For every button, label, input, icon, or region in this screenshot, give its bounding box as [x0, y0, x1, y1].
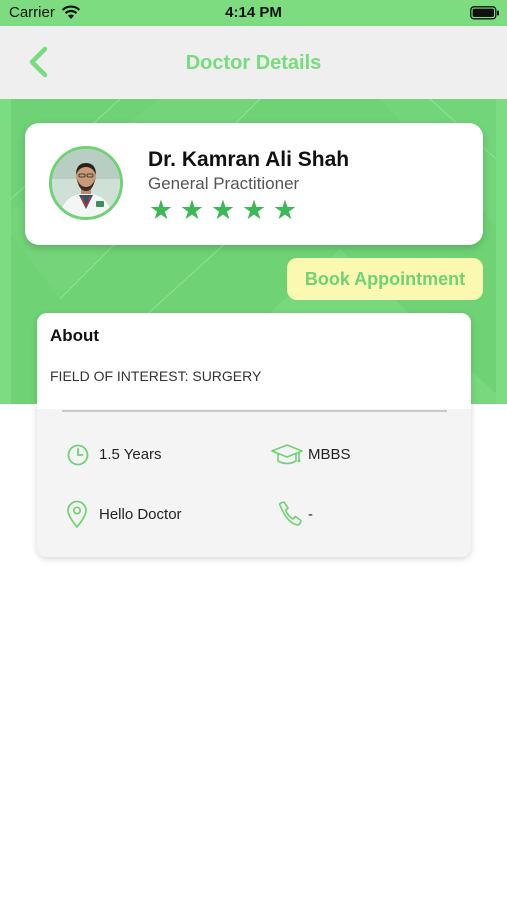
degree-value: MBBS	[308, 446, 351, 463]
star-icon: ★	[210, 195, 236, 225]
banner-edge-left	[0, 99, 11, 404]
location-value: Hello Doctor	[99, 506, 182, 523]
status-bar: Carrier 4:14 PM	[0, 0, 507, 26]
clock-icon	[67, 440, 97, 470]
doctor-name: Dr. Kamran Ali Shah	[148, 148, 350, 171]
doctor-avatar	[49, 146, 123, 220]
star-icon: ★	[179, 195, 205, 225]
book-appointment-button[interactable]: Book Appointment	[287, 258, 483, 300]
star-icon: ★	[272, 195, 298, 225]
graduation-cap-icon	[270, 440, 303, 470]
field-of-interest: FIELD OF INTEREST: SURGERY	[50, 368, 262, 384]
about-header: About FIELD OF INTEREST: SURGERY	[37, 313, 471, 409]
doctor-profile-card: Dr. Kamran Ali Shah General Practitioner…	[25, 123, 483, 245]
phone-value[interactable]: -	[308, 506, 313, 523]
star-icon: ★	[241, 195, 267, 225]
battery-icon	[470, 6, 500, 25]
about-divider	[62, 410, 447, 412]
doctor-specialty: General Practitioner	[148, 174, 300, 193]
about-title: About	[50, 326, 100, 345]
about-card: About FIELD OF INTEREST: SURGERY 1.5 Yea…	[37, 313, 471, 557]
page-title: Doctor Details	[185, 52, 322, 74]
location-pin-icon	[67, 500, 97, 530]
experience-value: 1.5 Years	[99, 446, 162, 463]
banner-edge-right	[496, 99, 507, 404]
status-time: 4:14 PM	[225, 4, 282, 21]
rating-stars: ★ ★ ★ ★ ★	[146, 196, 301, 224]
navigation-bar: Doctor Details	[0, 26, 507, 99]
star-icon: ★	[148, 195, 174, 225]
phone-icon	[276, 500, 306, 530]
